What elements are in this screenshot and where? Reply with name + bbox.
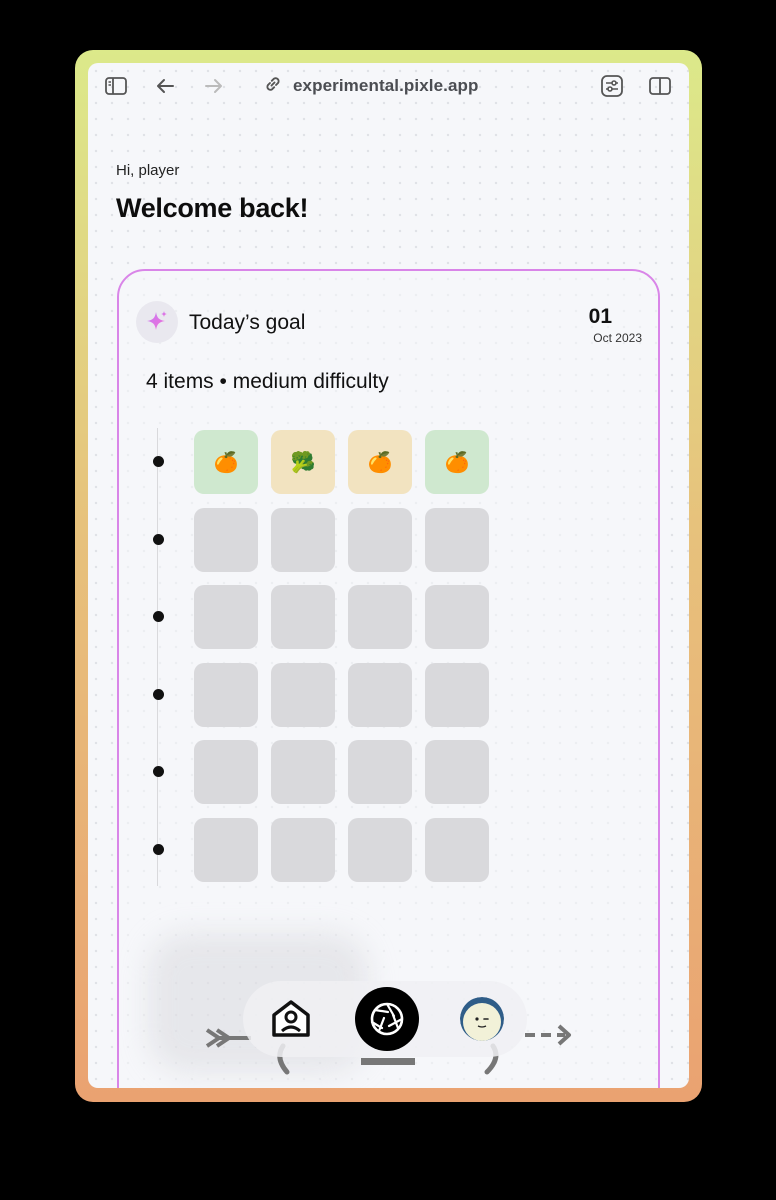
right-arrow-decoration [525,1024,571,1046]
grid-row: 🍊 🥦 🍊 🍊 [119,430,519,494]
grid-tile[interactable] [425,507,489,572]
grid-tile[interactable] [194,662,258,727]
avatar[interactable] [460,997,504,1041]
grid-tile[interactable] [194,507,258,572]
tile-emoji: 🍊 [367,451,393,474]
grid-tile[interactable] [348,507,412,572]
grid-tile[interactable] [271,817,335,882]
grid-tile[interactable] [425,585,489,649]
sparkle-icon [136,301,178,343]
row-bullet [153,843,164,855]
grid-row [119,507,519,572]
url-text: experimental.pixle.app [293,76,479,95]
grid-tile[interactable] [271,585,335,649]
grid-tile[interactable] [425,662,489,727]
grid-tile[interactable]: 🥦 [271,430,335,494]
grid-tile[interactable] [194,740,258,804]
link-icon [263,74,283,99]
grid-tile[interactable] [194,817,258,882]
browser-toolbar: experimental.pixle.app [88,63,689,109]
grid-tile[interactable] [271,507,335,572]
camera-shutter-icon[interactable] [355,987,419,1051]
tile-emoji: 🍊 [213,451,239,474]
grid-tile[interactable]: 🍊 [194,430,258,494]
grid-row [119,740,519,804]
grid-tile[interactable] [271,740,335,804]
grid-row [119,817,519,882]
bottom-nav [243,981,527,1057]
grid-tile[interactable] [425,817,489,882]
grid-tile[interactable] [271,662,335,727]
date-month: Oct 2023 [593,331,642,345]
forward-arrow-icon[interactable] [203,75,225,97]
tile-emoji: 🥦 [290,451,316,474]
grid-tile[interactable] [348,817,412,882]
browser-window: experimental.pixle.app Hi, player Welcom… [88,63,689,1088]
address-bar[interactable]: experimental.pixle.app [263,75,479,97]
row-bullet [153,688,164,700]
sliders-icon[interactable] [601,75,623,97]
back-arrow-icon[interactable] [154,75,176,97]
row-bullet [153,766,164,777]
greeting-text: Hi, player [116,162,180,179]
grid-tile[interactable] [348,662,412,727]
row-bullet [153,456,164,467]
grid-row [119,662,519,727]
home-icon[interactable] [267,995,315,1043]
goal-meta: 4 items • medium difficulty [146,370,389,393]
row-bullet [153,611,164,622]
tile-emoji: 🍊 [444,451,470,474]
page-title: Welcome back! [116,193,309,223]
split-view-icon[interactable] [649,75,671,97]
grid-tile[interactable] [348,740,412,804]
date-day: 01 [588,305,612,328]
grid-tile[interactable]: 🍊 [425,430,489,494]
goal-title: Today’s goal [189,311,306,334]
grid-tile[interactable]: 🍊 [348,430,412,494]
row-bullet [153,533,164,545]
sidebar-icon[interactable] [105,75,127,97]
grid-tile[interactable] [348,585,412,649]
grid-tile[interactable] [194,585,258,649]
grid-tile[interactable] [425,740,489,804]
grid-row [119,585,519,649]
